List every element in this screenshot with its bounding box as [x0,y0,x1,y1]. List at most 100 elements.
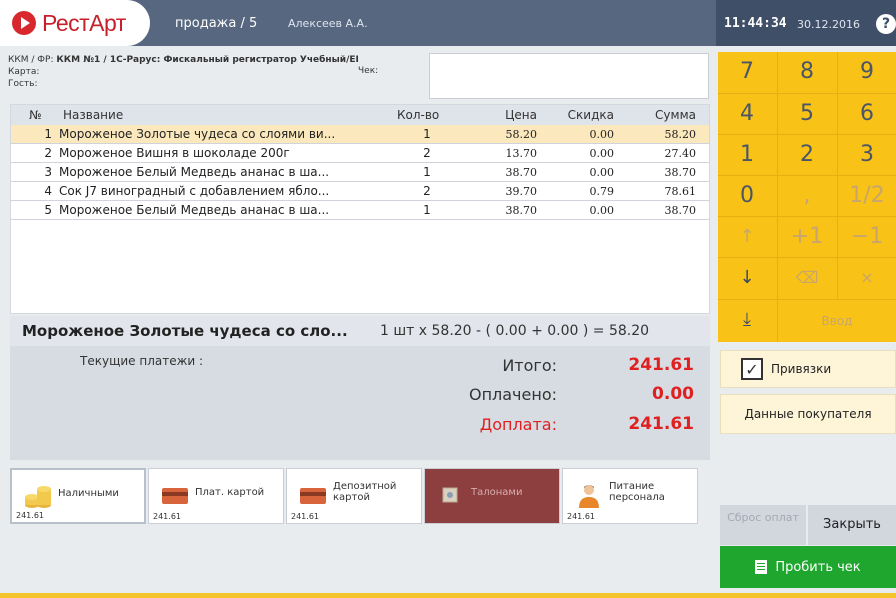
table-row[interactable]: 1 Мороженое Золотые чудеса со слоями ви.… [11,125,709,144]
due-value: 241.61 [628,414,694,434]
pay-coupon-label: Талонами [471,487,523,498]
help-icon[interactable]: ? [876,14,896,34]
key-0[interactable]: 0 [718,176,776,216]
coupon-icon [442,487,458,503]
row-name: Мороженое Вишня в шоколаде 200г [59,146,290,160]
row-price: 58.20 [505,127,538,141]
row-discount: 0.00 [589,146,615,160]
row-sum: 78.61 [664,184,697,198]
row-qty: 2 [423,146,431,160]
backspace-icon[interactable]: ⌫ [778,258,836,298]
logo-mark-icon [12,11,36,35]
clock-time: 11:44:34 [724,16,787,31]
pay-cash-button[interactable]: Наличными 241.61 [10,468,146,524]
key-9[interactable]: 9 [838,52,896,92]
arrow-down-icon[interactable]: ↓ [718,258,776,298]
pay-cash-amount: 241.61 [16,511,44,520]
key-7[interactable]: 7 [718,52,776,92]
arrow-down-end-icon[interactable]: ⤓ [718,300,776,340]
key-half[interactable]: 1/2 [838,176,896,216]
row-number: 5 [44,203,52,217]
selected-item-bar: Мороженое Золотые чудеса со сло... 1 шт … [10,316,710,346]
check-label: Чек: [358,66,379,76]
coins-icon [25,486,51,508]
print-receipt-label: Пробить чек [775,559,861,575]
key-5[interactable]: 5 [778,94,836,134]
key-1[interactable]: 1 [718,135,776,175]
row-sum: 38.70 [664,165,697,179]
app-logo: РестАрт [0,0,150,46]
row-number: 2 [44,146,52,160]
pay-card-amount: 241.61 [153,512,181,521]
reset-payments-button[interactable]: Сброс оплат [720,505,806,545]
checkbox-checked-icon[interactable]: ✓ [741,358,763,380]
current-payments-label: Текущие платежи : [80,354,204,368]
key-comma[interactable]: , [778,176,836,216]
col-qty: Кол-во [397,108,440,122]
row-sum: 58.20 [664,127,697,141]
payment-methods: Наличными 241.61 Плат. картой 241.61 Деп… [10,468,700,524]
row-price: 39.70 [505,184,538,198]
row-name: Сок J7 виноградный с добавлением ябло... [59,184,330,198]
check-field[interactable] [429,53,709,99]
row-price: 38.70 [505,165,538,179]
table-row[interactable]: 5 Мороженое Белый Медведь ананас в ша...… [11,201,709,220]
pay-deposit-button[interactable]: Депозитной картой 241.61 [286,468,422,524]
key-plus-one[interactable]: +1 [778,217,836,257]
row-number: 4 [44,184,52,198]
mode-label: продажа / 5 [175,16,258,31]
pay-card-label: Плат. картой [195,487,265,498]
clock-date: 30.12.2016 [797,18,860,31]
bindings-button[interactable]: ✓ Привязки [720,350,896,388]
selected-item-name: Мороженое Золотые чудеса со сло... [22,322,348,340]
row-discount: 0.79 [589,184,615,198]
row-price: 38.70 [505,203,538,217]
arrow-up-icon[interactable]: ↑ [718,217,776,257]
key-8[interactable]: 8 [778,52,836,92]
row-discount: 0.00 [589,127,615,141]
cashier-name: Алексеев А.А. [288,17,368,30]
bottom-bar [0,593,896,598]
close-button[interactable]: Закрыть [808,505,896,545]
numpad: 7 8 9 4 5 6 1 2 3 0 , 1/2 ↑ +1 −1 ↓ ⌫ × … [718,52,896,342]
guest-label: Гость: [8,79,38,89]
receipt-icon [755,560,768,574]
pay-card-button[interactable]: Плат. картой 241.61 [148,468,284,524]
row-discount: 0.00 [589,165,615,179]
buyer-data-button[interactable]: Данные покупателя [720,394,896,434]
pay-staff-button[interactable]: Питание персонала 241.61 [562,468,698,524]
col-price: Цена [505,108,537,122]
clear-icon[interactable]: × [838,258,896,298]
row-name: Мороженое Белый Медведь ананас в ша... [59,203,330,217]
pay-cash-label: Наличными [58,488,119,499]
col-name: Название [63,108,124,122]
pay-staff-label: Питание персонала [609,481,665,503]
top-bar: РестАрт продажа / 5 Алексеев А.А. 11:44:… [0,0,896,46]
bindings-label: Привязки [771,362,832,376]
total-label: Итого: [502,356,557,375]
table-row[interactable]: 4 Сок J7 виноградный с добавлением ябло.… [11,182,709,201]
row-sum: 27.40 [664,146,697,160]
pay-deposit-amount: 241.61 [291,512,319,521]
card-label: Карта: [8,67,40,77]
key-2[interactable]: 2 [778,135,836,175]
table-row[interactable]: 3 Мороженое Белый Медведь ананас в ша...… [11,163,709,182]
print-receipt-button[interactable]: Пробить чек [720,546,896,588]
pay-coupon-button[interactable]: Талонами [424,468,560,524]
key-minus-one[interactable]: −1 [838,217,896,257]
table-row[interactable]: 2 Мороженое Вишня в шоколаде 200г 2 13.7… [11,144,709,163]
key-3[interactable]: 3 [838,135,896,175]
row-number: 1 [44,127,52,141]
col-sum: Сумма [655,108,696,122]
enter-button[interactable]: Ввод [778,300,896,342]
kkm-value: ККМ №1 / 1С-Рарус: Фискальный регистрато… [56,55,359,65]
deposit-card-icon [300,488,326,504]
col-number: № [29,108,42,122]
payment-summary: Текущие платежи : Итого: 241.61 Оплачено… [10,346,710,460]
row-qty: 1 [423,127,431,141]
row-name: Мороженое Белый Медведь ананас в ша... [59,165,330,179]
key-6[interactable]: 6 [838,94,896,134]
items-table: № Название Кол-во Цена Скидка Сумма 1 Мо… [10,104,710,314]
logo-text: РестАрт [42,9,126,36]
key-4[interactable]: 4 [718,94,776,134]
